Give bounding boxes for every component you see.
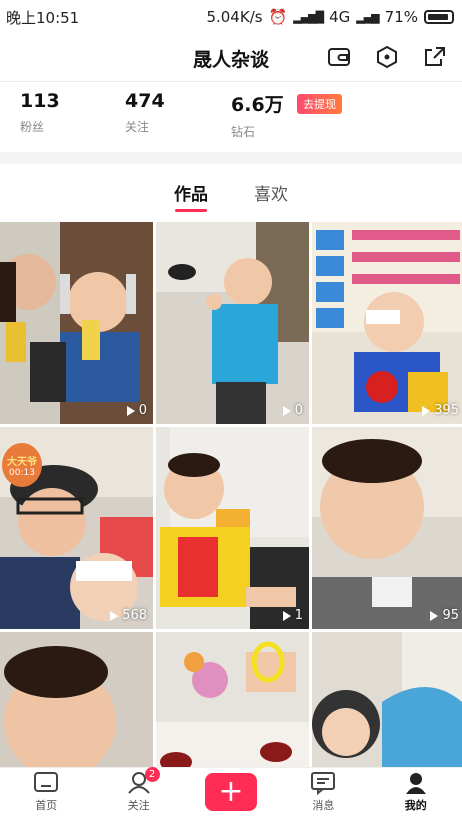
video-thumbnail[interactable] xyxy=(0,632,153,767)
nav-messages-label: 消息 xyxy=(312,799,335,812)
page-title: 晟人杂谈 xyxy=(192,48,269,71)
thumbnail-image xyxy=(312,632,462,767)
stat-fans[interactable]: 113 粉丝 xyxy=(20,90,60,135)
thumbnail-image xyxy=(156,427,309,629)
video-thumbnail[interactable]: 395 xyxy=(312,222,462,424)
play-icon xyxy=(282,610,291,621)
battery-icon xyxy=(424,10,454,24)
stat-following[interactable]: 474 关注 xyxy=(125,90,165,135)
view-count: 95 xyxy=(430,608,459,623)
message-icon xyxy=(311,772,336,795)
view-count: 568 xyxy=(110,608,147,623)
video-grid: 0 0 395 大天爷 00:13 568 1 95 xyxy=(0,222,462,767)
diamonds-label: 钻石 xyxy=(231,125,256,139)
create-button[interactable]: + xyxy=(204,773,257,811)
fans-count: 113 xyxy=(20,90,60,112)
share-icon[interactable] xyxy=(422,44,448,70)
sticker-title: 大天爷 xyxy=(7,456,37,468)
signal-icon-2: ▂▄▆ xyxy=(356,10,379,24)
nav-follow[interactable]: 2 关注 xyxy=(99,767,179,813)
signal-icon: ▂▄▆█ xyxy=(293,10,324,24)
thumbnail-image xyxy=(0,632,153,767)
play-icon xyxy=(282,405,291,416)
status-bar: 晚上10:51 5.04K/s ⏰ ▂▄▆█ 4G ▂▄▆ 71% xyxy=(0,0,462,34)
video-thumbnail[interactable]: 0 xyxy=(156,222,309,424)
play-icon xyxy=(430,610,439,621)
sticker-time: 00:13 xyxy=(9,467,35,478)
nav-home-label: 首页 xyxy=(35,799,58,812)
header-actions xyxy=(326,44,448,70)
view-count: 0 xyxy=(282,403,303,418)
video-thumbnail[interactable]: 95 xyxy=(312,427,462,629)
home-icon xyxy=(34,772,59,792)
view-count: 1 xyxy=(282,608,303,623)
status-time: 晚上10:51 xyxy=(6,8,80,27)
stat-diamonds[interactable]: 6.6万 钻石 去提现 xyxy=(231,90,342,140)
network-type: 4G xyxy=(329,8,351,26)
diamonds-count: 6.6万 xyxy=(231,94,284,116)
tab-works[interactable]: 作品 xyxy=(174,170,208,214)
content-tabs: 作品 喜欢 xyxy=(0,170,462,218)
nav-home[interactable]: 首页 xyxy=(6,771,86,813)
thumbnail-image xyxy=(156,222,309,424)
fans-label: 粉丝 xyxy=(20,120,45,134)
follow-badge: 2 xyxy=(144,767,160,782)
video-thumbnail[interactable] xyxy=(312,632,462,767)
nav-me[interactable]: 我的 xyxy=(376,771,456,813)
video-thumbnail[interactable]: 0 xyxy=(0,222,153,424)
profile-icon xyxy=(405,773,426,794)
alarm-icon: ⏰ xyxy=(268,8,288,26)
network-speed: 5.04K/s xyxy=(206,8,263,26)
header-divider xyxy=(0,81,462,82)
settings-icon[interactable] xyxy=(374,44,400,70)
withdraw-button[interactable]: 去提现 xyxy=(297,94,342,114)
tab-likes[interactable]: 喜欢 xyxy=(254,170,288,214)
play-icon xyxy=(126,405,135,416)
thumbnail-image xyxy=(312,222,462,424)
video-thumbnail[interactable] xyxy=(156,632,309,767)
thumbnail-image xyxy=(0,222,153,424)
thumbnail-image xyxy=(156,632,309,767)
video-thumbnail[interactable]: 1 xyxy=(156,427,309,629)
bottom-nav: 首页 2 关注 + 消息 我的 xyxy=(0,767,462,816)
section-gap xyxy=(0,152,462,164)
nav-messages[interactable]: 消息 xyxy=(283,771,363,813)
video-sticker: 大天爷 00:13 xyxy=(2,443,42,487)
battery-percent: 71% xyxy=(384,8,418,26)
following-label: 关注 xyxy=(125,120,150,134)
wallet-icon[interactable] xyxy=(326,44,352,70)
nav-follow-label: 关注 xyxy=(127,799,150,812)
play-icon xyxy=(422,405,431,416)
profile-header: 晟人杂谈 xyxy=(0,36,462,80)
thumbnail-image xyxy=(312,427,462,629)
status-right: 5.04K/s ⏰ ▂▄▆█ 4G ▂▄▆ 71% xyxy=(206,8,454,26)
video-thumbnail[interactable]: 大天爷 00:13 568 xyxy=(0,427,153,629)
following-count: 474 xyxy=(125,90,165,112)
view-count: 395 xyxy=(422,403,459,418)
view-count: 0 xyxy=(126,403,147,418)
nav-me-label: 我的 xyxy=(404,799,427,812)
profile-stats: 113 粉丝 474 关注 6.6万 钻石 去提现 xyxy=(20,90,462,140)
play-icon xyxy=(110,610,119,621)
nav-create[interactable]: + xyxy=(191,773,271,811)
